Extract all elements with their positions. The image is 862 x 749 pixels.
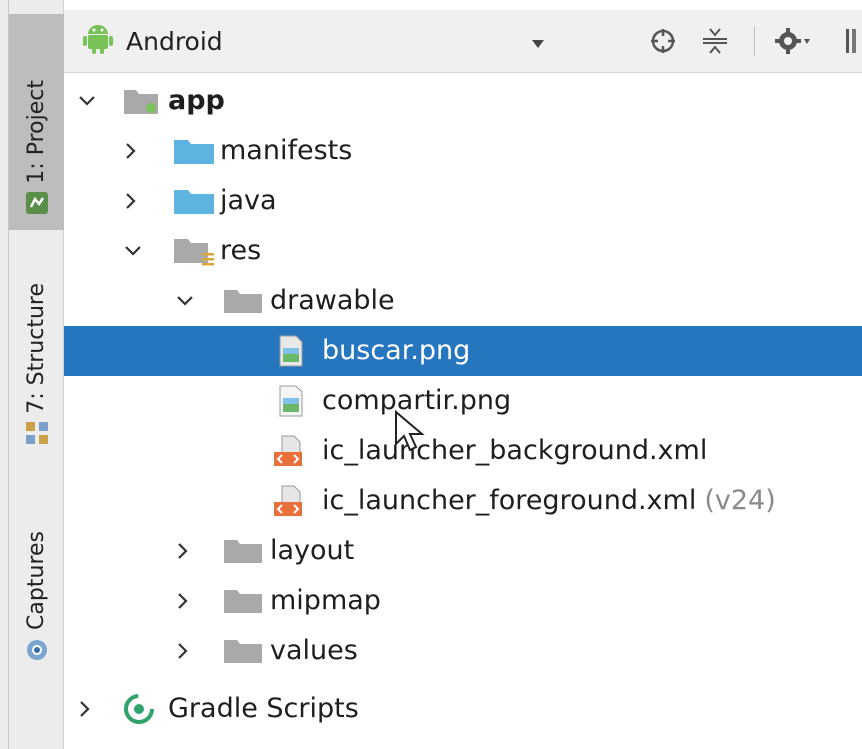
tree-node-values[interactable]: values	[64, 626, 862, 676]
xml-file-icon	[272, 476, 308, 526]
tree-node-label: mipmap	[270, 585, 381, 616]
tree-node-label: buscar.png	[322, 335, 471, 366]
folder-icon	[222, 576, 264, 626]
side-tab-project[interactable]: 1: Project	[9, 14, 64, 230]
xml-file-icon	[272, 426, 308, 476]
folder-icon	[222, 276, 264, 326]
file-name: ic_launcher_foreground.xml	[322, 485, 697, 516]
tree-node-ic-launcher-foreground[interactable]: ic_launcher_foreground.xml (v24)	[64, 476, 862, 526]
tree-node-label: java	[220, 185, 277, 216]
chevron-right-icon[interactable]	[124, 176, 138, 226]
tree-node-res[interactable]: res	[64, 226, 862, 276]
mouse-cursor-icon	[394, 409, 430, 458]
chevron-down-icon[interactable]	[176, 276, 194, 326]
project-icon	[24, 190, 50, 220]
side-tab-captures-label: Captures	[24, 531, 49, 630]
gear-icon[interactable]	[774, 26, 814, 60]
android-icon	[82, 23, 114, 59]
view-selector-label: Android	[126, 26, 223, 56]
tree-node-label: drawable	[270, 285, 395, 316]
tree-node-drawable[interactable]: drawable	[64, 276, 862, 326]
side-tab-structure-label: 7: Structure	[24, 283, 49, 414]
chevron-down-icon[interactable]	[78, 76, 96, 126]
tree-node-label: app	[168, 85, 225, 116]
gradle-icon	[122, 684, 156, 734]
image-file-icon	[276, 326, 306, 376]
chevron-down-icon	[532, 40, 544, 48]
tree-node-compartir[interactable]: compartir.png	[64, 376, 862, 426]
tree-node-manifests[interactable]: manifests	[64, 126, 862, 176]
image-file-icon	[276, 376, 306, 426]
tree-node-gradle-scripts[interactable]: Gradle Scripts	[64, 684, 862, 734]
view-selector-dropdown[interactable]: Android	[82, 16, 612, 66]
tree-node-label: layout	[270, 535, 355, 566]
folder-icon	[172, 176, 216, 226]
side-tab-structure[interactable]: 7: Structure	[9, 250, 64, 460]
chevron-right-icon[interactable]	[124, 126, 138, 176]
tree-node-label: res	[220, 235, 262, 266]
chevron-right-icon[interactable]	[176, 626, 190, 676]
folder-icon	[222, 526, 264, 576]
chevron-right-icon[interactable]	[176, 576, 190, 626]
side-tab-captures[interactable]: Captures	[9, 496, 64, 676]
tree-node-label: Gradle Scripts	[168, 693, 359, 724]
project-view-header: Android	[64, 10, 862, 73]
hide-icon[interactable]	[844, 26, 858, 60]
structure-icon	[24, 420, 50, 450]
tree-node-label: manifests	[220, 135, 353, 166]
folder-icon	[172, 126, 216, 176]
tree-node-label: ic_launcher_foreground.xml (v24)	[322, 476, 776, 526]
tree-node-layout[interactable]: layout	[64, 526, 862, 576]
camera-icon	[24, 636, 50, 666]
tree-node-java[interactable]: java	[64, 176, 862, 226]
chevron-down-icon[interactable]	[124, 226, 142, 276]
chevron-right-icon[interactable]	[78, 684, 92, 734]
tree-node-label: values	[270, 635, 358, 666]
qualifier-suffix: (v24)	[704, 485, 776, 516]
tree-node-ic-launcher-background[interactable]: ic_launcher_background.xml	[64, 426, 862, 476]
tree-node-app[interactable]: app	[64, 76, 862, 126]
resource-folder-icon	[172, 226, 216, 276]
tree-node-buscar[interactable]: buscar.png	[64, 326, 862, 376]
locate-icon[interactable]	[648, 26, 678, 60]
toolbar-separator	[754, 26, 755, 56]
tree-node-label: ic_launcher_background.xml	[322, 435, 708, 466]
chevron-right-icon[interactable]	[176, 526, 190, 576]
module-folder-icon	[122, 76, 160, 126]
side-tab-project-label: 1: Project	[24, 80, 49, 184]
tool-window-strip: 1: Project 7: Structure Captures	[0, 0, 64, 749]
collapse-icon[interactable]	[700, 26, 730, 60]
folder-icon	[222, 626, 264, 676]
project-tree: app manifests java res drawable buscar.p…	[64, 72, 862, 749]
tree-node-mipmap[interactable]: mipmap	[64, 576, 862, 626]
